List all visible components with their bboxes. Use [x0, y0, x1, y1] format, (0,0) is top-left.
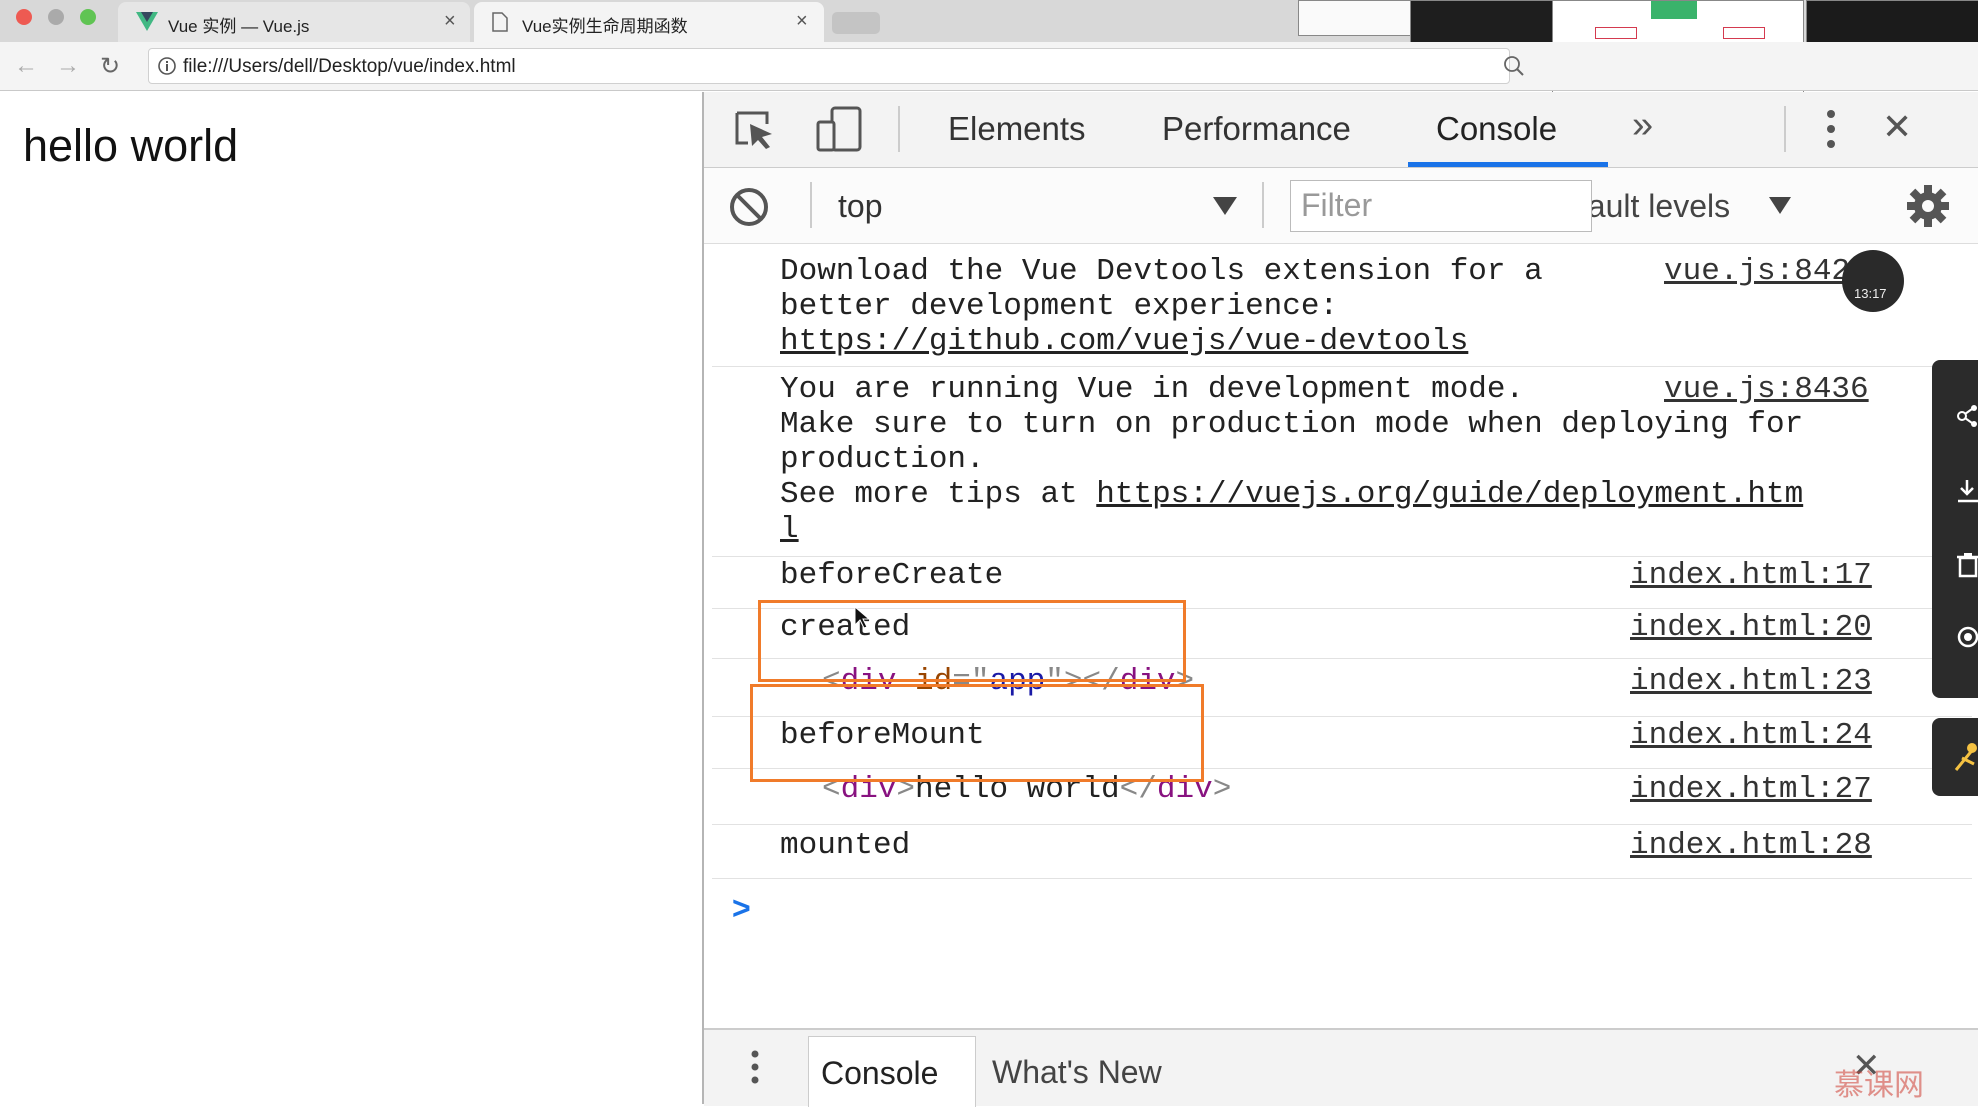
- trash-icon[interactable]: [1956, 552, 1978, 578]
- tab-console[interactable]: Console: [1436, 110, 1557, 148]
- page-viewport: hello world: [0, 92, 702, 1104]
- dropdown-arrow-icon[interactable]: [1212, 196, 1238, 216]
- console-prompt[interactable]: >: [732, 890, 751, 927]
- maximize-window-button[interactable]: [80, 9, 96, 25]
- camera-icon[interactable]: [1954, 624, 1978, 650]
- context-selector[interactable]: top: [838, 188, 882, 225]
- toolbar-divider: [1262, 182, 1264, 228]
- page-hello-text: hello world: [23, 120, 239, 171]
- highlight-box-before-mount: [750, 684, 1204, 782]
- floating-side-toolbar: [1932, 360, 1978, 698]
- console-source-link[interactable]: vue.js:8426: [1664, 254, 1869, 289]
- toolbar-divider: [898, 106, 900, 152]
- log-mounted: mounted: [780, 828, 911, 863]
- browser-tab-strip: Vue 实例 — Vue.js × Vue实例生命周期函数 ×: [0, 0, 1978, 98]
- share-icon[interactable]: [1956, 404, 1978, 428]
- tab-performance[interactable]: Performance: [1162, 110, 1351, 148]
- browser-tab-active[interactable]: Vue实例生命周期函数 ×: [474, 2, 824, 42]
- log-before-create: beforeCreate: [780, 558, 1004, 593]
- console-message-link[interactable]: https://vuejs.org/guide/deployment.htm: [1096, 477, 1803, 512]
- tab-title: Vue实例生命周期函数: [522, 17, 688, 36]
- tab-elements[interactable]: Elements: [948, 110, 1086, 148]
- toolbar-divider: [810, 182, 812, 228]
- kebab-menu-icon[interactable]: [1824, 108, 1838, 150]
- pin-icon: [1954, 743, 1977, 771]
- console-message-text: Make sure to turn on production mode whe…: [780, 407, 1804, 442]
- forward-arrow-icon[interactable]: →: [56, 52, 80, 80]
- console-message-text: See more tips at https://vuejs.org/guide…: [780, 477, 1803, 512]
- highlight-box-created: [758, 600, 1186, 682]
- url-text: file:///Users/dell/Desktop/vue/index.htm…: [183, 56, 516, 77]
- zoom-icon[interactable]: [1503, 55, 1525, 77]
- levels-dropdown-arrow-icon[interactable]: [1768, 196, 1792, 216]
- tab-close-icon[interactable]: ×: [444, 10, 456, 33]
- vue-logo-icon: [136, 12, 158, 31]
- drawer-tab-whats-new[interactable]: What's New: [992, 1054, 1162, 1091]
- back-arrow-icon[interactable]: ←: [14, 52, 38, 80]
- url-field[interactable]: file:///Users/dell/Desktop/vue/index.htm…: [148, 48, 1524, 84]
- info-icon[interactable]: [157, 56, 177, 76]
- console-message-text: Download the Vue Devtools extension for …: [780, 254, 1543, 289]
- close-window-button[interactable]: [16, 9, 32, 25]
- console-message-text: production.: [780, 442, 985, 477]
- new-tab-button[interactable]: [832, 12, 880, 34]
- watermark-logo: 慕课网: [1834, 1068, 1924, 1103]
- console-source-link[interactable]: vue.js:8436: [1664, 372, 1869, 407]
- inspect-element-icon[interactable]: [734, 110, 778, 150]
- console-source-link[interactable]: index.html:17: [1630, 558, 1872, 593]
- document-icon: [492, 12, 508, 32]
- console-message-text: You are running Vue in development mode.: [780, 372, 1525, 407]
- floating-pin-button[interactable]: [1932, 718, 1978, 796]
- console-settings-gear-icon[interactable]: [1906, 184, 1950, 228]
- console-messages: Download the Vue Devtools extension for …: [704, 244, 1978, 1028]
- device-toolbar-icon[interactable]: [816, 106, 864, 152]
- timestamp-text: 13:17: [1854, 286, 1887, 301]
- console-source-link[interactable]: index.html:23: [1630, 664, 1872, 699]
- console-message-link[interactable]: https://github.com/vuejs/vue-devtools: [780, 324, 1468, 359]
- clear-console-icon[interactable]: [728, 186, 770, 228]
- drawer-menu-icon[interactable]: [750, 1050, 760, 1084]
- console-source-link[interactable]: index.html:28: [1630, 828, 1872, 863]
- more-tabs-icon[interactable]: »: [1632, 104, 1653, 147]
- download-icon[interactable]: [1956, 478, 1978, 504]
- toolbar-divider: [1784, 106, 1786, 152]
- filter-input[interactable]: Filter: [1290, 180, 1592, 232]
- console-source-link[interactable]: index.html:27: [1630, 772, 1872, 807]
- close-devtools-icon[interactable]: ✕: [1882, 106, 1912, 148]
- filter-placeholder: Filter: [1301, 187, 1373, 223]
- message-separator: [712, 556, 1972, 557]
- drawer-tab-label: Console: [821, 1055, 939, 1091]
- console-source-link[interactable]: index.html:24: [1630, 718, 1872, 753]
- tips-prefix: See more tips at: [780, 477, 1097, 512]
- devtools-panel: Elements Performance Console » ✕ top Def…: [702, 92, 1978, 1107]
- tab-title: Vue 实例 — Vue.js: [168, 17, 310, 36]
- active-tab-indicator: [1408, 162, 1608, 167]
- tab-close-icon[interactable]: ×: [796, 10, 808, 33]
- minimize-window-button[interactable]: [48, 9, 64, 25]
- console-message-text: better development experience:: [780, 289, 1339, 324]
- recording-timestamp-badge: 13:17: [1842, 250, 1904, 312]
- browser-tab-vue-docs[interactable]: Vue 实例 — Vue.js ×: [118, 2, 470, 42]
- reload-icon[interactable]: ↻: [100, 52, 120, 81]
- address-bar: ← → ↻ file:///Users/dell/Desktop/vue/ind…: [0, 42, 1978, 91]
- console-message-link[interactable]: l: [780, 512, 799, 547]
- devtools-drawer: Console What's New ✕ 慕课网: [704, 1028, 1978, 1107]
- devtools-toolbar: Elements Performance Console » ✕: [704, 92, 1978, 168]
- message-separator: [712, 366, 1972, 367]
- message-separator: [712, 878, 1972, 879]
- drawer-tab-console[interactable]: Console: [808, 1036, 976, 1107]
- message-separator: [712, 824, 1972, 825]
- console-source-link[interactable]: index.html:20: [1630, 610, 1872, 645]
